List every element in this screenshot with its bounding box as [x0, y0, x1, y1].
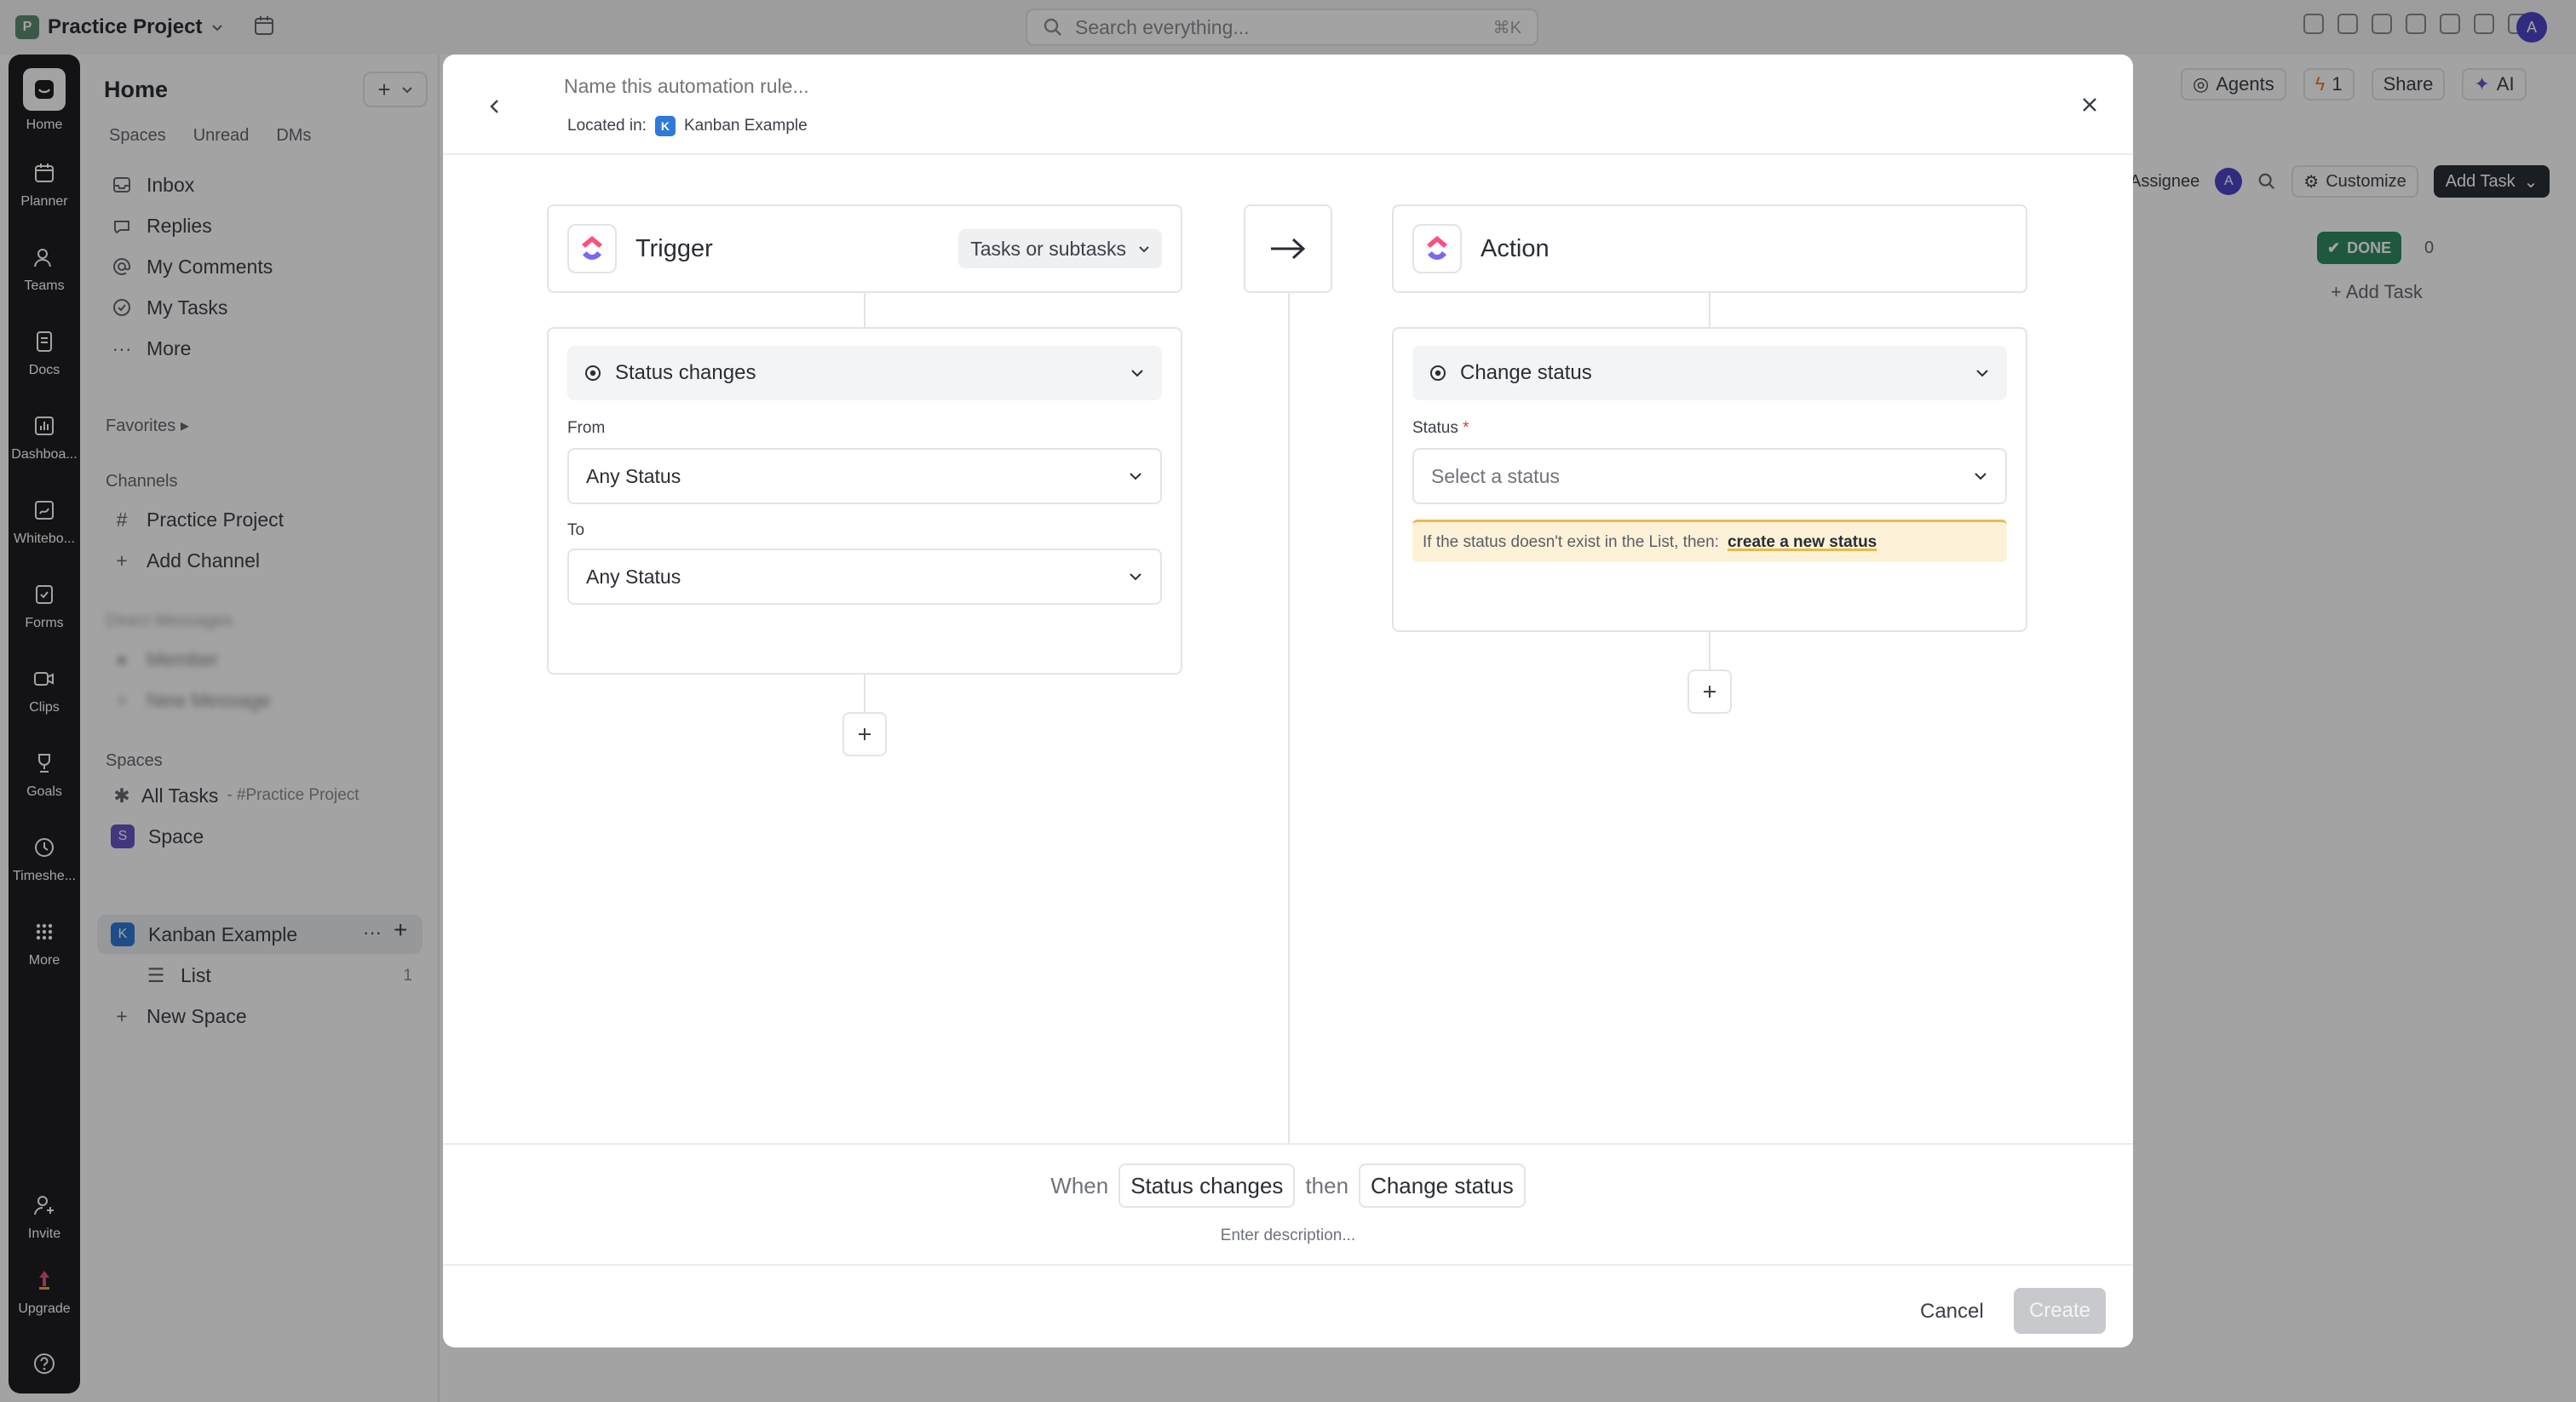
chevron-down-icon	[1130, 473, 1141, 480]
trigger-body-card: Status changes From Any Status To Any St…	[547, 327, 1182, 675]
trigger-header-card: Trigger Tasks or subtasks	[547, 204, 1182, 293]
add-trigger-condition-button[interactable]	[842, 712, 887, 756]
summary-sentence: When Status changes then Change status	[443, 1164, 2133, 1208]
arrow-right-icon	[1271, 238, 1306, 260]
chevron-down-icon	[1131, 370, 1143, 377]
chevron-down-icon	[1139, 246, 1149, 253]
rule-name-input[interactable]	[564, 75, 1331, 98]
action-event-dropdown[interactable]: Change status	[1412, 346, 2007, 400]
chevron-down-icon	[1130, 573, 1141, 581]
status-label-text: Status	[1412, 419, 1458, 437]
action-header-card: Action	[1392, 204, 2027, 293]
status-select-placeholder: Select a status	[1431, 464, 1560, 487]
status-warning: If the status doesn't exist in the List,…	[1412, 520, 2007, 562]
close-icon	[2083, 98, 2096, 112]
modal-footer: Cancel Create	[443, 1264, 2133, 1347]
summary-then: then	[1305, 1172, 1349, 1198]
located-in-label: Located in:	[567, 117, 647, 135]
trigger-event-label: Status changes	[615, 361, 756, 384]
to-status-select[interactable]: Any Status	[567, 549, 1162, 605]
create-new-status-link[interactable]: create a new status	[1728, 533, 1877, 552]
status-select[interactable]: Select a status	[1412, 448, 2007, 504]
trigger-scope-dropdown[interactable]: Tasks or subtasks	[958, 229, 1162, 268]
from-label: From	[567, 419, 606, 437]
cancel-button[interactable]: Cancel	[1920, 1300, 1984, 1324]
plus-icon	[859, 728, 871, 740]
trigger-connector	[864, 675, 865, 712]
close-button[interactable]	[2077, 92, 2102, 118]
action-event-label: Change status	[1460, 361, 1592, 384]
plus-icon	[1704, 686, 1716, 698]
status-icon	[585, 365, 601, 381]
trigger-title: Trigger	[635, 234, 713, 262]
action-connector	[1709, 293, 1711, 327]
status-icon	[1430, 365, 1446, 381]
center-divider	[1288, 293, 1290, 1145]
action-body-card: Change status Status * Select a status I…	[1392, 327, 2027, 632]
chevron-left-icon	[490, 100, 498, 113]
trigger-connector	[864, 293, 865, 327]
summary-when: When	[1050, 1172, 1109, 1198]
required-mark: *	[1463, 419, 1469, 437]
to-label: To	[567, 521, 585, 539]
create-button[interactable]: Create	[2014, 1288, 2106, 1334]
summary-action-chip[interactable]: Change status	[1359, 1164, 1526, 1208]
location-badge: K	[654, 116, 676, 136]
status-field-label: Status *	[1412, 419, 1469, 438]
back-button[interactable]	[482, 94, 508, 119]
summary-trigger-chip[interactable]: Status changes	[1118, 1164, 1296, 1208]
location-name[interactable]: Kanban Example	[684, 117, 808, 135]
description-input[interactable]: Enter description...	[443, 1227, 2133, 1245]
chevron-down-icon	[1975, 473, 1987, 480]
automation-canvas: Trigger Tasks or subtasks Action Status …	[443, 155, 2133, 1196]
modal-header: Located in: K Kanban Example	[443, 55, 2133, 155]
location-indicator: Located in: K Kanban Example	[567, 116, 808, 136]
chevron-down-icon	[1976, 370, 1988, 377]
from-status-value: Any Status	[586, 464, 681, 487]
add-action-button[interactable]	[1688, 669, 1732, 714]
clickup-logo-icon	[1412, 224, 1462, 273]
action-connector	[1709, 632, 1711, 669]
trigger-scope-label: Tasks or subtasks	[970, 237, 1126, 260]
arrow-card	[1244, 204, 1332, 293]
clickup-logo-icon	[567, 224, 617, 273]
warning-text: If the status doesn't exist in the List,…	[1423, 532, 1719, 551]
from-status-select[interactable]: Any Status	[567, 448, 1162, 504]
to-status-value: Any Status	[586, 565, 681, 588]
automation-modal: Located in: K Kanban Example Trigger Tas…	[443, 55, 2133, 1347]
rule-summary: When Status changes then Change status E…	[443, 1143, 2133, 1271]
trigger-event-dropdown[interactable]: Status changes	[567, 346, 1162, 400]
action-title: Action	[1481, 234, 1550, 262]
